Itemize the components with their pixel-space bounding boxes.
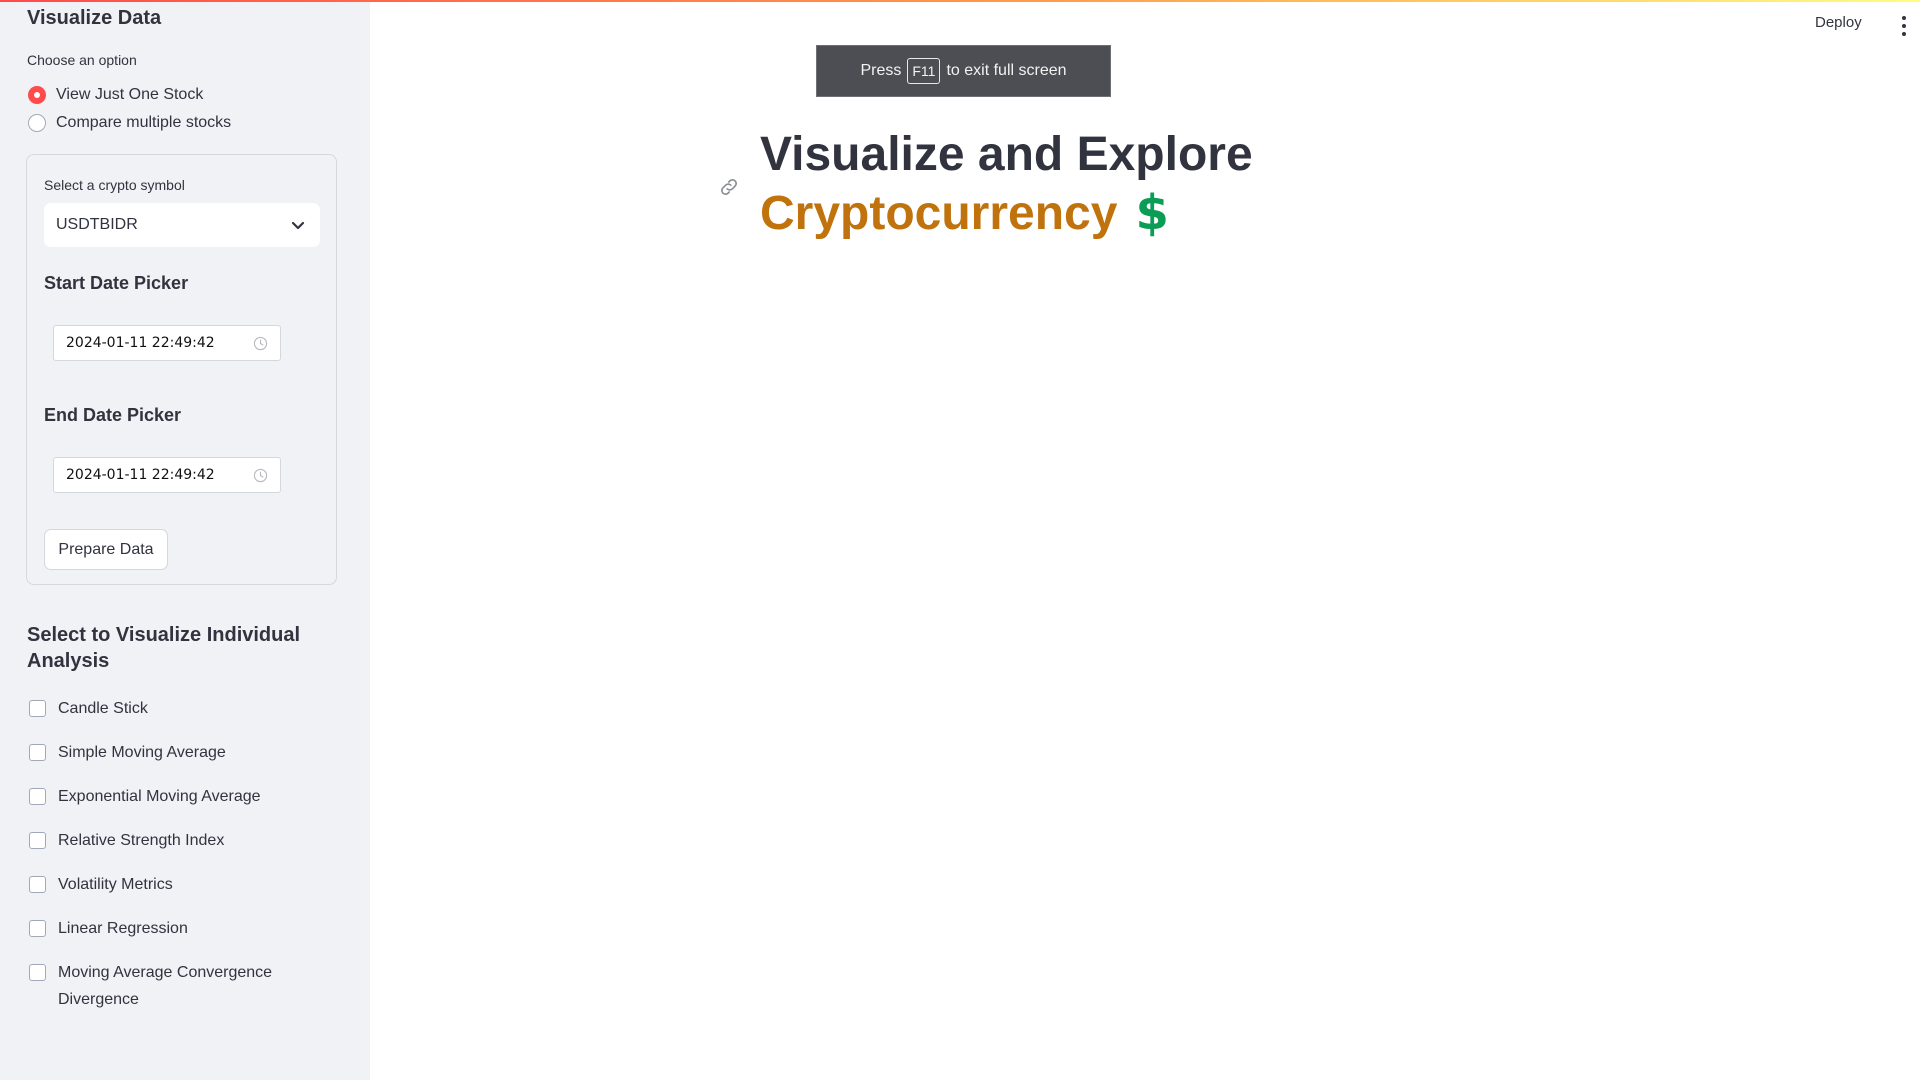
clock-icon[interactable] <box>253 468 268 483</box>
start-date-value: 2024-01-11 22:49:42 <box>66 335 215 351</box>
radio-view-one-stock[interactable]: View Just One Stock <box>28 84 203 106</box>
checkbox-macd[interactable]: Moving Average Convergence Divergence <box>29 959 299 1013</box>
checkbox-rsi[interactable]: Relative Strength Index <box>29 827 329 854</box>
kebab-menu-icon[interactable] <box>1898 16 1910 36</box>
checkbox-label: Relative Strength Index <box>58 832 225 849</box>
checkbox-icon[interactable] <box>29 788 46 805</box>
radio-compare-stocks[interactable]: Compare multiple stocks <box>28 112 231 134</box>
choose-option-label: Choose an option <box>27 52 137 68</box>
page-title-line1: Visualize and Explore <box>760 128 1253 181</box>
fullscreen-press-text: Press <box>860 62 902 79</box>
checkbox-ema[interactable]: Exponential Moving Average <box>29 783 329 810</box>
checkbox-linear-regression[interactable]: Linear Regression <box>29 915 329 942</box>
checkbox-candle-stick[interactable]: Candle Stick <box>29 695 329 722</box>
link-icon[interactable] <box>718 176 740 198</box>
crypto-symbol-select[interactable]: USDTBIDR <box>44 203 320 247</box>
checkbox-label: Candle Stick <box>58 700 148 717</box>
dollar-icon: $ <box>1135 185 1169 241</box>
sidebar-title: Visualize Data <box>27 7 162 29</box>
checkbox-label: Exponential Moving Average <box>58 788 261 805</box>
checkbox-icon[interactable] <box>29 964 46 981</box>
chevron-down-icon <box>291 221 305 230</box>
start-date-label: Start Date Picker <box>44 273 189 293</box>
checkbox-icon[interactable] <box>29 920 46 937</box>
end-date-label: End Date Picker <box>44 405 182 425</box>
clock-icon[interactable] <box>253 336 268 351</box>
fullscreen-notice: Press F11 to exit full screen <box>816 45 1111 97</box>
radio-unselected-icon[interactable] <box>28 114 46 132</box>
checkbox-label: Volatility Metrics <box>58 876 173 893</box>
radio-label: View Just One Stock <box>56 86 204 103</box>
checkbox-icon[interactable] <box>29 832 46 849</box>
checkbox-icon[interactable] <box>29 876 46 893</box>
checkbox-volatility[interactable]: Volatility Metrics <box>29 871 329 898</box>
checkbox-icon[interactable] <box>29 700 46 717</box>
checkbox-sma[interactable]: Simple Moving Average <box>29 739 329 766</box>
sidebar: Visualize Data Choose an option View Jus… <box>0 0 370 1080</box>
crypto-symbol-value: USDTBIDR <box>56 216 138 233</box>
checkbox-label: Simple Moving Average <box>58 744 226 761</box>
analysis-section-title: Select to Visualize Individual Analysis <box>27 624 301 672</box>
f11-key: F11 <box>907 58 941 84</box>
page-title-accent: Cryptocurrency <box>760 187 1118 240</box>
checkbox-label: Moving Average Convergence Divergence <box>58 964 273 1008</box>
checkbox-label: Linear Regression <box>58 920 188 937</box>
radio-selected-icon[interactable] <box>28 86 46 104</box>
page-title: Visualize and Explore Cryptocurrency $ <box>760 126 1253 243</box>
fullscreen-suffix-text: to exit full screen <box>946 62 1067 79</box>
crypto-symbol-label: Select a crypto symbol <box>44 177 185 193</box>
end-date-value: 2024-01-11 22:49:42 <box>66 467 215 483</box>
radio-label: Compare multiple stocks <box>56 114 232 131</box>
deploy-button[interactable]: Deploy <box>1815 14 1862 38</box>
data-form: Select a crypto symbol USDTBIDR Start Da… <box>26 154 337 585</box>
prepare-data-button[interactable]: Prepare Data <box>44 529 168 570</box>
start-date-input[interactable]: 2024-01-11 22:49:42 <box>53 325 281 361</box>
end-date-input[interactable]: 2024-01-11 22:49:42 <box>53 457 281 493</box>
top-decoration-bar <box>0 0 1920 2</box>
page-title-line2: Cryptocurrency $ <box>760 184 1253 243</box>
checkbox-icon[interactable] <box>29 744 46 761</box>
